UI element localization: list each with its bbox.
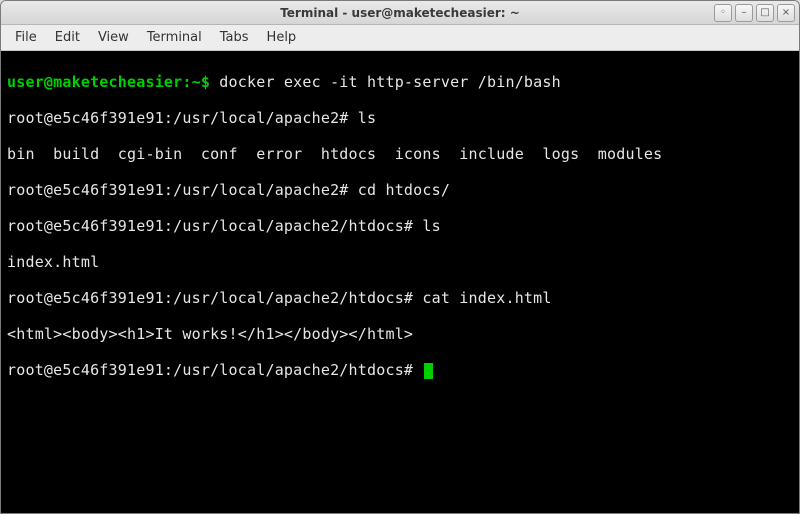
terminal-line: index.html	[7, 253, 793, 271]
stick-button[interactable]: ◦	[714, 4, 732, 22]
terminal-line: <html><body><h1>It works!</h1></body></h…	[7, 325, 793, 343]
terminal-line: root@e5c46f391e91:/usr/local/apache2/htd…	[7, 217, 793, 235]
terminal-line: user@maketecheasier:~$ docker exec -it h…	[7, 73, 793, 91]
terminal-window: Terminal - user@maketecheasier: ~ ◦ – □ …	[0, 0, 800, 514]
menu-edit[interactable]: Edit	[47, 27, 88, 48]
terminal-line: root@e5c46f391e91:/usr/local/apache2/htd…	[7, 289, 793, 307]
terminal-line: bin build cgi-bin conf error htdocs icon…	[7, 145, 793, 163]
window-controls: ◦ – □ ×	[714, 4, 795, 22]
prompt-text: root@e5c46f391e91:/usr/local/apache2/htd…	[7, 361, 422, 379]
terminal-body[interactable]: user@maketecheasier:~$ docker exec -it h…	[1, 51, 799, 513]
window-title: Terminal - user@maketecheasier: ~	[1, 6, 799, 20]
terminal-line: root@e5c46f391e91:/usr/local/apache2/htd…	[7, 361, 793, 379]
menu-help[interactable]: Help	[259, 27, 305, 48]
titlebar[interactable]: Terminal - user@maketecheasier: ~ ◦ – □ …	[1, 1, 799, 25]
minimize-button[interactable]: –	[735, 4, 753, 22]
terminal-line: root@e5c46f391e91:/usr/local/apache2# cd…	[7, 181, 793, 199]
prompt: user@maketecheasier:~$	[7, 73, 210, 91]
maximize-button[interactable]: □	[756, 4, 774, 22]
menu-tabs[interactable]: Tabs	[212, 27, 257, 48]
terminal-line: root@e5c46f391e91:/usr/local/apache2# ls	[7, 109, 793, 127]
command-text: docker exec -it http-server /bin/bash	[210, 73, 561, 91]
menu-file[interactable]: File	[7, 27, 45, 48]
menu-terminal[interactable]: Terminal	[139, 27, 210, 48]
close-button[interactable]: ×	[777, 4, 795, 22]
cursor-icon	[424, 363, 433, 379]
menubar: File Edit View Terminal Tabs Help	[1, 25, 799, 51]
menu-view[interactable]: View	[90, 27, 137, 48]
